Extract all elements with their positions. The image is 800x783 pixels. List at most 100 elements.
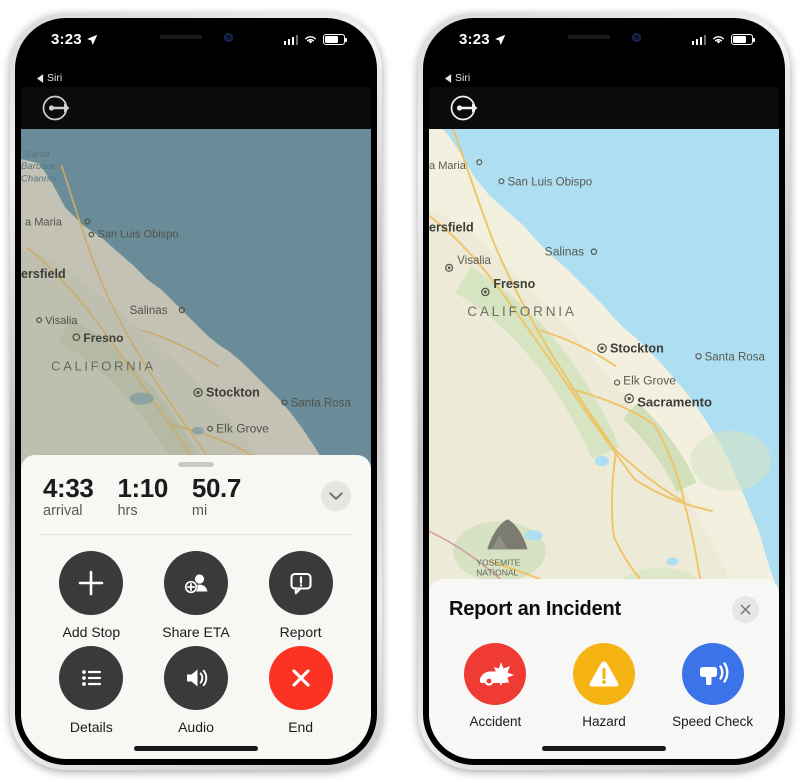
svg-text:CALIFORNIA: CALIFORNIA xyxy=(51,358,156,373)
status-time-group: 3:23 xyxy=(51,31,98,48)
hazard-label: Hazard xyxy=(582,714,626,729)
wifi-icon xyxy=(305,36,316,44)
siri-return-arrow-icon[interactable] xyxy=(39,90,75,126)
eta-stat-arrival: 4:33 arrival xyxy=(43,473,94,522)
svg-text:Stockton: Stockton xyxy=(610,341,664,355)
list-bullet-icon xyxy=(82,670,102,686)
speed-radar-icon xyxy=(699,662,729,685)
close-x-icon xyxy=(740,604,751,615)
eta-stat-duration: 1:10 hrs xyxy=(117,473,168,522)
eta-distance-label: mi xyxy=(191,503,208,520)
sheet-header: Report an Incident xyxy=(429,596,779,623)
action-add-stop[interactable]: Add Stop xyxy=(39,551,144,640)
svg-text:Santa: Santa xyxy=(25,149,50,160)
phone-right: 3:23 Siri a Maria San Luis Obispo ersfie… xyxy=(418,13,790,770)
svg-text:a Maria: a Maria xyxy=(25,217,63,229)
svg-text:YOSEMITE: YOSEMITE xyxy=(476,557,520,567)
home-indicator-left[interactable] xyxy=(134,746,258,751)
cellular-bars-icon xyxy=(691,34,706,45)
siri-back-link-left[interactable]: Siri xyxy=(21,72,371,87)
eta-arrival-label: arrival xyxy=(43,503,83,520)
speed-check-button[interactable] xyxy=(681,643,744,705)
share-eta-button[interactable] xyxy=(163,551,228,615)
status-indicators-right xyxy=(691,31,755,45)
hazard-button[interactable] xyxy=(572,643,635,705)
status-time-right: 3:23 xyxy=(459,31,490,48)
speaker-waves-icon xyxy=(186,669,208,687)
phone-left-bezel: 3:23 Siri Santa Barbara Channel a Maria … xyxy=(15,18,377,765)
collapse-card-button[interactable] xyxy=(321,481,351,512)
action-share-eta[interactable]: Share ETA xyxy=(144,551,249,640)
car-crash-icon xyxy=(480,662,515,686)
svg-text:Salinas: Salinas xyxy=(130,305,168,317)
earpiece-speaker xyxy=(159,35,202,39)
incident-option-hazard[interactable]: Hazard xyxy=(550,643,659,729)
eta-duration-value: 1:10 xyxy=(117,473,168,504)
svg-text:San Luis Obispo: San Luis Obispo xyxy=(97,229,178,241)
chevron-down-icon xyxy=(329,492,343,500)
report-button[interactable] xyxy=(268,551,333,615)
svg-text:NATIONAL: NATIONAL xyxy=(476,568,518,578)
share-eta-label: Share ETA xyxy=(162,624,230,640)
action-report[interactable]: Report xyxy=(248,551,353,640)
siri-back-label: Siri xyxy=(47,72,63,84)
status-bar-left: 3:23 xyxy=(21,24,371,72)
details-button[interactable] xyxy=(59,646,124,710)
svg-text:Elk Grove: Elk Grove xyxy=(216,422,269,436)
end-navigation-button[interactable] xyxy=(268,646,333,710)
notch-right xyxy=(530,24,678,50)
eta-distance-value: 50.7 xyxy=(191,473,241,504)
earpiece-speaker xyxy=(567,35,610,39)
app-bar-right xyxy=(429,87,779,129)
cellular-bars-icon xyxy=(283,34,298,45)
incident-option-speed-check[interactable]: Speed Check xyxy=(658,643,767,729)
svg-text:Elk Grove: Elk Grove xyxy=(623,373,676,387)
svg-text:Sacramento: Sacramento xyxy=(637,395,712,410)
svg-text:Santa Rosa: Santa Rosa xyxy=(705,351,766,363)
siri-back-link-right[interactable]: Siri xyxy=(429,72,779,87)
wifi-icon xyxy=(713,36,724,44)
speed-check-label: Speed Check xyxy=(672,714,754,729)
details-label: Details xyxy=(69,719,113,735)
speech-bubble-alert-icon xyxy=(290,572,312,595)
front-camera xyxy=(631,32,641,42)
eta-card-left: 4:33 arrival 1:10 hrs 50.7 mi Add Stop S… xyxy=(21,455,371,759)
svg-text:Santa Rosa: Santa Rosa xyxy=(291,398,352,410)
svg-text:Salinas: Salinas xyxy=(545,245,585,259)
close-x-icon xyxy=(292,669,310,687)
status-bar-right: 3:23 xyxy=(429,24,779,72)
action-audio[interactable]: Audio xyxy=(144,646,249,735)
report-incident-sheet: Report an Incident Accident Hazard Speed… xyxy=(429,579,779,759)
eta-stat-distance: 50.7 mi xyxy=(192,475,241,522)
incident-options-grid: Accident Hazard Speed Check xyxy=(429,623,779,729)
warning-triangle-icon xyxy=(589,661,619,687)
eta-stats-row: 4:33 arrival 1:10 hrs 50.7 mi xyxy=(21,467,371,522)
accident-button[interactable] xyxy=(464,643,527,705)
battery-icon xyxy=(323,34,347,45)
back-triangle-icon xyxy=(37,73,44,83)
svg-text:Stockton: Stockton xyxy=(206,386,260,400)
phone-left-screen: 3:23 Siri Santa Barbara Channel a Maria … xyxy=(21,24,371,759)
svg-text:Channel: Channel xyxy=(21,173,57,184)
svg-text:CALIFORNIA: CALIFORNIA xyxy=(467,304,577,319)
action-end[interactable]: End xyxy=(248,646,353,735)
status-indicators-left xyxy=(283,31,347,45)
report-label: Report xyxy=(279,624,322,640)
svg-text:Visalia: Visalia xyxy=(457,255,491,267)
eta-arrival-value: 4:33 xyxy=(43,473,94,504)
nav-actions-grid: Add Stop Share ETA Report Details Audio … xyxy=(21,535,371,735)
siri-return-arrow-icon[interactable] xyxy=(447,90,483,126)
action-details[interactable]: Details xyxy=(39,646,144,735)
location-arrow-icon xyxy=(494,34,506,45)
audio-button[interactable] xyxy=(163,646,228,710)
screenshot-stage: 3:23 Siri Santa Barbara Channel a Maria … xyxy=(0,0,800,783)
phone-right-screen: 3:23 Siri a Maria San Luis Obispo ersfie… xyxy=(429,24,779,759)
incident-option-accident[interactable]: Accident xyxy=(441,643,550,729)
home-indicator-right[interactable] xyxy=(542,746,666,751)
svg-text:Barbara: Barbara xyxy=(21,161,55,172)
svg-text:Visalia: Visalia xyxy=(45,315,78,327)
close-sheet-button[interactable] xyxy=(732,596,759,623)
add-stop-button[interactable] xyxy=(59,551,124,615)
audio-label: Audio xyxy=(178,719,214,735)
phone-left: 3:23 Siri Santa Barbara Channel a Maria … xyxy=(10,13,382,770)
